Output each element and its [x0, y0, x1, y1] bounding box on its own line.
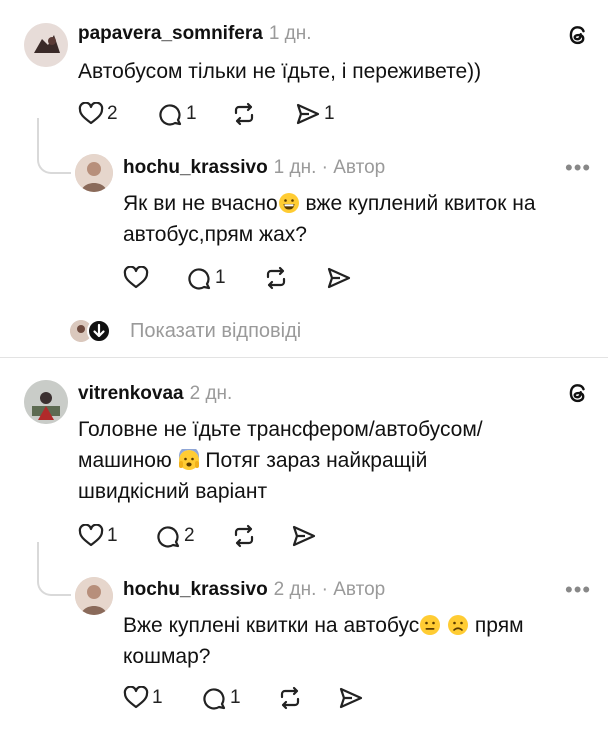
comment-icon: [159, 104, 182, 126]
timestamp: 1 дн. · Автор: [273, 157, 386, 178]
comment-text-line: машиною Потяг зараз найкращій: [78, 445, 588, 476]
like-button[interactable]: 1: [78, 524, 118, 548]
comment-text-part: машиною: [78, 449, 178, 472]
fearful-emoji-icon: [178, 449, 199, 470]
username[interactable]: hochu_krassivo 2 дн. · Автор: [123, 579, 385, 601]
avatar[interactable]: [75, 577, 113, 615]
timestamp: 2 дн. · Автор: [273, 579, 386, 600]
avatar[interactable]: [24, 380, 68, 424]
comment-icon: [188, 268, 211, 290]
username[interactable]: vitrenkovaa 2 дн.: [78, 383, 232, 405]
reply-count: 1: [230, 687, 241, 708]
avatar[interactable]: [24, 23, 68, 67]
show-replies-button[interactable]: Показати відповіді: [70, 318, 370, 344]
repost-icon: [266, 266, 286, 290]
comment-text-part: Як ви не вчасно: [123, 192, 278, 215]
share-icon: [339, 687, 363, 709]
repost-icon: [234, 102, 254, 126]
thread-line: [37, 118, 71, 174]
reply-button[interactable]: 1: [201, 686, 241, 710]
divider: [0, 357, 608, 358]
share-button[interactable]: [338, 686, 364, 710]
like-count: 2: [107, 103, 118, 124]
timestamp: 2 дн.: [189, 383, 233, 404]
repost-icon: [280, 686, 300, 710]
arrow-down-icon: [87, 319, 111, 343]
comment-text: Автобусом тільки не їдьте, і переживете)…: [78, 60, 482, 83]
timestamp: 1 дн.: [268, 23, 312, 44]
reply-button[interactable]: 1: [157, 102, 197, 126]
heart-icon: [123, 686, 149, 709]
repost-button[interactable]: [231, 524, 257, 548]
share-count: 1: [324, 103, 335, 124]
username-text[interactable]: vitrenkovaa: [78, 383, 184, 404]
heart-icon: [123, 266, 149, 289]
share-icon: [292, 525, 316, 547]
thread-line: [37, 542, 71, 596]
username-text[interactable]: hochu_krassivo: [123, 157, 268, 178]
comment-text-line: швидкісний варіант: [78, 480, 268, 503]
username-text[interactable]: papavera_somnifera: [78, 23, 263, 44]
like-button[interactable]: 1: [123, 686, 163, 710]
username[interactable]: papavera_somnifera 1 дн.: [78, 23, 312, 45]
like-button[interactable]: 2: [78, 102, 118, 126]
reply-count: 1: [215, 267, 226, 288]
comment-text: Головне не їдьте трансфером/автобусом/ м…: [78, 414, 588, 507]
avatar[interactable]: [75, 154, 113, 192]
repost-button[interactable]: [231, 102, 257, 126]
reply-count: 2: [184, 525, 195, 546]
grinning-emoji-icon: [278, 193, 299, 213]
frowning-emoji-icon: [448, 615, 469, 635]
comment-icon: [157, 526, 180, 548]
repost-button[interactable]: [263, 266, 289, 290]
comment-text: Вже куплені квитки на автобус прям кошма…: [123, 610, 593, 672]
heart-icon: [78, 102, 104, 125]
reply-button[interactable]: 1: [186, 266, 226, 290]
like-count: 1: [107, 525, 118, 546]
heart-icon: [78, 524, 104, 547]
neutral-face-emoji-icon: [420, 615, 441, 635]
comment-text: Як ви не вчасно вже куплений квиток на а…: [123, 188, 593, 250]
more-options-button[interactable]: •••: [565, 577, 591, 603]
repost-icon: [234, 524, 254, 548]
comment-icon: [203, 688, 226, 710]
repost-button[interactable]: [277, 686, 303, 710]
like-count: 1: [152, 687, 163, 708]
reply-count: 1: [186, 103, 197, 124]
like-button[interactable]: [123, 266, 149, 290]
share-button[interactable]: 1: [295, 102, 335, 126]
comment-text-line: Головне не їдьте трансфером/автобусом/: [78, 418, 483, 441]
username-text[interactable]: hochu_krassivo: [123, 579, 268, 600]
share-button[interactable]: [291, 524, 317, 548]
threads-logo-icon[interactable]: [565, 22, 591, 53]
threads-logo-icon[interactable]: [565, 380, 591, 411]
more-options-button[interactable]: •••: [565, 155, 591, 181]
share-button[interactable]: [326, 266, 352, 290]
reply-button[interactable]: 2: [155, 524, 195, 548]
share-icon: [296, 103, 320, 125]
username[interactable]: hochu_krassivo 1 дн. · Автор: [123, 157, 385, 179]
comment-text-part: Вже куплені квитки на автобус: [123, 614, 420, 637]
share-icon: [327, 267, 351, 289]
comment-text-part: Потяг зараз найкращій: [199, 449, 428, 472]
show-replies-label[interactable]: Показати відповіді: [130, 320, 301, 343]
